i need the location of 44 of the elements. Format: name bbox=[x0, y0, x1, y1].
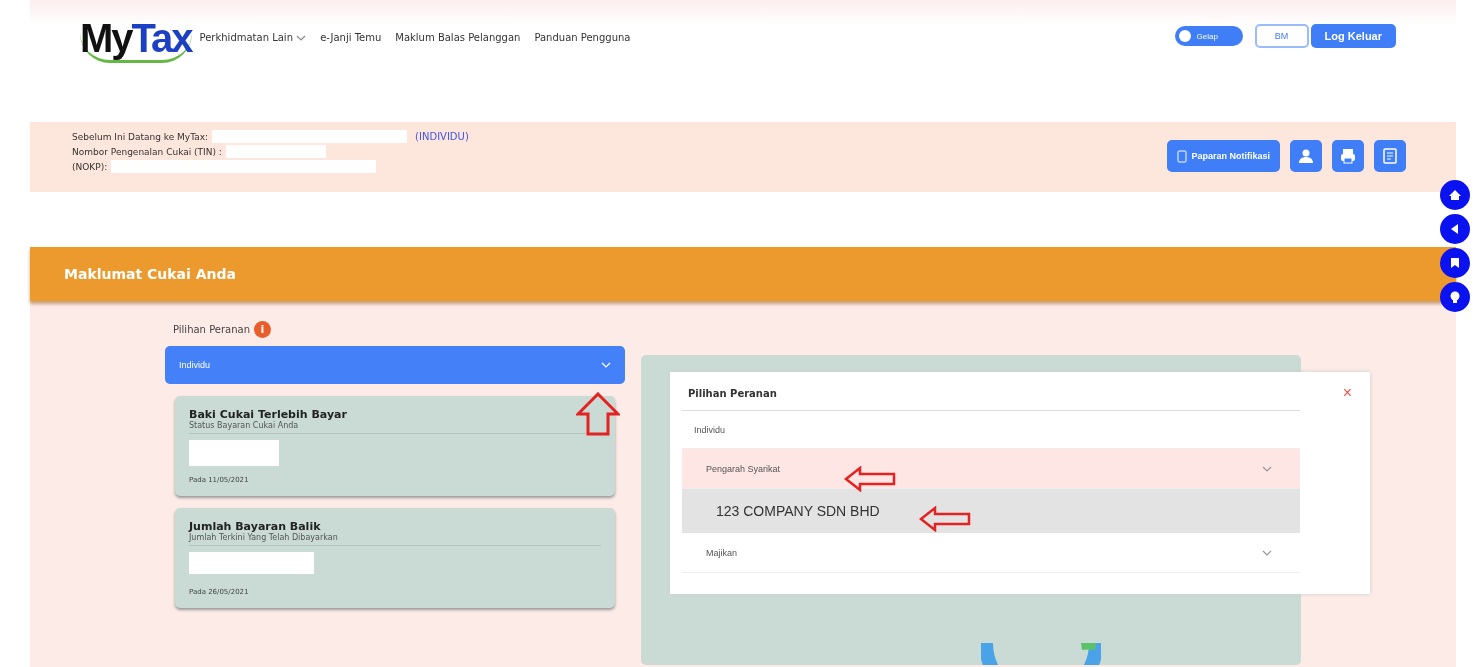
close-button[interactable]: × bbox=[1342, 384, 1352, 402]
theme-toggle[interactable]: Gelap bbox=[1174, 26, 1243, 46]
bulb-button[interactable] bbox=[1440, 282, 1470, 312]
printer-icon bbox=[1340, 148, 1356, 164]
company-option[interactable]: 123 COMPANY SDN BHD bbox=[682, 489, 1300, 533]
document-icon bbox=[1177, 149, 1188, 163]
info-label: Sebelum Ini Datang ke MyTax: bbox=[72, 131, 209, 142]
card-title: Baki Cukai Terlebih Bayar bbox=[189, 408, 348, 421]
role-link[interactable]: (INDIVIDU) bbox=[415, 131, 469, 142]
info-badge: i bbox=[254, 321, 271, 338]
chevron-down-icon bbox=[1262, 465, 1272, 472]
language-button[interactable]: BM bbox=[1254, 24, 1309, 48]
logout-button[interactable]: Log Keluar bbox=[1310, 24, 1396, 48]
notification-button[interactable]: Paparan Notifikasi bbox=[1167, 140, 1280, 172]
annotation-arrow-icon bbox=[844, 466, 896, 492]
nav-link[interactable]: Maklum Balas Pelanggan bbox=[395, 32, 521, 43]
nav-link[interactable]: Perkhidmatan Lain bbox=[199, 32, 307, 43]
home-button[interactable] bbox=[1440, 180, 1470, 210]
section-banner: Maklumat Cukai Anda bbox=[30, 247, 1456, 301]
user-icon bbox=[1298, 148, 1314, 164]
card-subtitle: Jumlah Terkini Yang Telah Dibayarkan bbox=[189, 533, 601, 546]
nav-link[interactable]: e-Janji Temu bbox=[320, 32, 382, 43]
printer-button[interactable] bbox=[1332, 140, 1364, 172]
mytax-logo[interactable]: MyTax bbox=[80, 16, 192, 63]
chevron-down-icon bbox=[1262, 549, 1272, 556]
annotation-arrow-icon bbox=[919, 506, 971, 532]
annotation-arrow-icon bbox=[576, 392, 620, 436]
info-label: Nombor Pengenalan Cukai (TIN) : bbox=[72, 146, 222, 157]
back-button[interactable] bbox=[1440, 214, 1470, 244]
dialog-title: Pilihan Peranan bbox=[688, 387, 777, 399]
document-icon bbox=[1382, 148, 1398, 164]
home-icon bbox=[1447, 187, 1463, 203]
field-label: Pilihan Peranan bbox=[173, 324, 250, 335]
card-title: Jumlah Bayaran Balik bbox=[189, 520, 321, 533]
chevron-down-icon bbox=[296, 35, 307, 41]
info-label: (NOKP): bbox=[72, 161, 108, 172]
card-subtitle: Status Bayaran Cukai Anda bbox=[189, 421, 601, 434]
user-button[interactable] bbox=[1290, 140, 1322, 172]
nav-link[interactable]: Panduan Pengguna bbox=[534, 32, 631, 43]
role-dropdown[interactable]: Individu bbox=[165, 346, 625, 384]
document-button[interactable] bbox=[1374, 140, 1406, 172]
role-option[interactable]: Pengarah Syarikat bbox=[682, 449, 1300, 489]
book-button[interactable] bbox=[1440, 248, 1470, 278]
chevron-down-icon bbox=[601, 362, 611, 368]
